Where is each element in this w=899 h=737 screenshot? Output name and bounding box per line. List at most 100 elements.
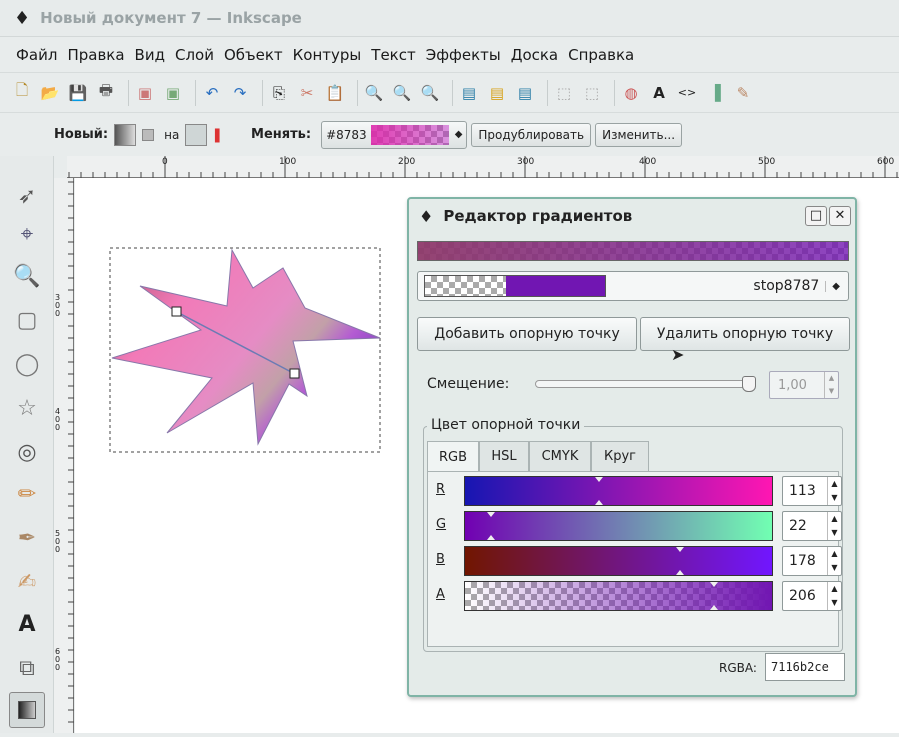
ruler-label: 500 xyxy=(758,157,776,167)
channel-a-spinbox[interactable]: 206 ▲ ▼ xyxy=(782,581,842,611)
zoom-tool-icon[interactable]: 🔍 xyxy=(9,258,45,294)
rectangle-tool-icon[interactable]: ▢ xyxy=(9,302,45,338)
connector-tool-icon[interactable]: ⧉ xyxy=(9,650,45,686)
pen-tool-icon[interactable]: ✒ xyxy=(9,520,45,556)
slider-marker xyxy=(595,500,603,505)
ellipse-tool-icon[interactable]: ◯ xyxy=(9,346,45,382)
channel-g-spinbox[interactable]: 22 ▲ ▼ xyxy=(782,511,842,541)
inkscape-logo-icon: ♦ xyxy=(419,206,434,226)
zoom-drawing-icon[interactable]: 🔍 xyxy=(392,83,412,103)
menu-object[interactable]: Объект xyxy=(224,46,283,64)
channel-r-slider[interactable] xyxy=(464,476,773,506)
dialog-titlebar[interactable]: ♦ Редактор градиентов xyxy=(409,199,855,233)
zoom-page-icon[interactable]: 🔍 xyxy=(420,83,440,103)
channel-b-slider[interactable] xyxy=(464,546,773,576)
stop-selector[interactable]: stop8787 ◆ xyxy=(417,271,849,301)
gradient-tool-icon[interactable] xyxy=(9,692,45,728)
channel-r-value: 113 xyxy=(789,483,816,499)
tab-cmyk[interactable]: CMYK xyxy=(529,441,591,471)
linear-gradient-button[interactable] xyxy=(114,123,137,146)
gradient-end-handle[interactable] xyxy=(289,368,300,379)
duplicate-gradient-button[interactable]: Продублировать xyxy=(471,122,592,147)
gradient-start-handle[interactable] xyxy=(171,306,182,317)
stop-name: stop8787 xyxy=(753,278,820,294)
unlink-clone-icon[interactable]: ▤ xyxy=(515,83,535,103)
import-icon[interactable]: ▣ xyxy=(135,83,155,103)
text-tool-icon[interactable]: A xyxy=(9,606,45,642)
radial-gradient-button[interactable] xyxy=(142,128,155,141)
rgba-label: RGBA: xyxy=(719,661,757,675)
spin-arrows-icon[interactable]: ▲ ▼ xyxy=(824,372,838,398)
channel-b-spinbox[interactable]: 178 ▲ ▼ xyxy=(782,546,842,576)
align-distribute-icon[interactable]: ▐ xyxy=(705,83,725,103)
group-icon[interactable]: ⬚ xyxy=(554,83,574,103)
menu-bar: Файл Правка Вид Слой Объект Контуры Текс… xyxy=(0,38,899,72)
menu-file[interactable]: Файл xyxy=(16,46,57,64)
offset-slider[interactable] xyxy=(535,376,756,392)
menu-view[interactable]: Вид xyxy=(135,46,165,64)
export-icon[interactable]: ▣ xyxy=(163,83,183,103)
ruler-label: 0 xyxy=(162,157,168,167)
menu-layer[interactable]: Слой xyxy=(175,46,214,64)
channel-a-value: 206 xyxy=(789,588,816,604)
apply-to-stroke-icon[interactable]: ❚ xyxy=(211,127,223,143)
cut-icon[interactable]: ✂ xyxy=(297,83,317,103)
menu-whiteboard[interactable]: Доска xyxy=(511,46,558,64)
print-icon[interactable]: 🖶 xyxy=(96,81,116,103)
tab-rgb[interactable]: RGB xyxy=(427,441,479,472)
slider-marker xyxy=(710,605,718,610)
save-icon[interactable]: 💾 xyxy=(68,83,88,103)
selector-tool-icon[interactable]: ➶ xyxy=(9,178,45,214)
rgba-input[interactable]: 7116b2ce xyxy=(765,653,845,681)
add-stop-button[interactable]: Добавить опорную точку xyxy=(417,317,637,351)
offset-slider-handle[interactable] xyxy=(742,376,756,392)
channel-g-label: G xyxy=(436,517,447,532)
star-tool-icon[interactable]: ☆ xyxy=(9,390,45,426)
toolbar-separator xyxy=(452,79,453,106)
close-icon[interactable]: ✕ xyxy=(829,206,851,226)
new-gradient-label: Новый: xyxy=(54,127,109,142)
calligraphy-tool-icon[interactable]: ✍ xyxy=(9,564,45,600)
menu-effects[interactable]: Эффекты xyxy=(426,46,501,64)
pencil-tool-icon[interactable]: ✏ xyxy=(9,476,45,512)
edit-gradient-button[interactable]: Изменить... xyxy=(595,122,683,147)
preferences-icon[interactable]: ✎ xyxy=(733,83,753,103)
node-tool-icon[interactable]: ⌖ xyxy=(9,216,45,252)
tab-hsl[interactable]: HSL xyxy=(479,441,529,471)
redo-icon[interactable]: ↷ xyxy=(230,83,250,103)
ungroup-icon[interactable]: ⬚ xyxy=(582,83,602,103)
duplicate-icon[interactable]: ▤ xyxy=(459,83,479,103)
spin-arrows-icon[interactable]: ▲ ▼ xyxy=(827,477,841,505)
menu-edit[interactable]: Правка xyxy=(67,46,124,64)
menu-text[interactable]: Текст xyxy=(371,46,415,64)
spin-arrows-icon[interactable]: ▲ ▼ xyxy=(827,582,841,610)
spin-arrows-icon[interactable]: ▲ ▼ xyxy=(827,512,841,540)
ruler-label: 400 xyxy=(55,407,61,432)
zoom-selection-icon[interactable]: 🔍 xyxy=(364,83,384,103)
tab-wheel[interactable]: Круг xyxy=(591,441,649,471)
fill-stroke-icon[interactable]: ◍ xyxy=(621,83,641,103)
clone-icon[interactable]: ▤ xyxy=(487,83,507,103)
open-icon[interactable]: 📂 xyxy=(40,83,60,103)
channel-r-spinbox[interactable]: 113 ▲ ▼ xyxy=(782,476,842,506)
ruler-label: 600 xyxy=(877,157,895,167)
offset-spinbox[interactable]: 1,00 ▲ ▼ xyxy=(769,371,839,399)
gradient-preview xyxy=(370,124,449,145)
xml-editor-icon[interactable]: <> xyxy=(677,83,697,103)
gradient-select[interactable]: #8783 ◆ xyxy=(321,120,468,149)
menu-path[interactable]: Контуры xyxy=(293,46,362,64)
channel-a-slider[interactable] xyxy=(464,581,773,611)
undo-icon[interactable]: ↶ xyxy=(202,83,222,103)
copy-icon[interactable]: ⎘ xyxy=(269,83,289,103)
star-shape[interactable] xyxy=(111,248,381,446)
menu-help[interactable]: Справка xyxy=(568,46,634,64)
maximize-icon[interactable]: □ xyxy=(805,206,827,226)
text-font-icon[interactable]: A xyxy=(649,83,669,103)
spin-arrows-icon[interactable]: ▲ ▼ xyxy=(827,547,841,575)
paste-icon[interactable]: 📋 xyxy=(325,83,345,103)
new-document-icon[interactable]: 🗋 xyxy=(12,81,32,103)
spiral-tool-icon[interactable]: ◎ xyxy=(9,434,45,470)
channel-g-slider[interactable] xyxy=(464,511,773,541)
apply-to-fill-button[interactable] xyxy=(185,123,208,146)
color-mode-tabs: RGB HSL CMYK Круг xyxy=(427,441,839,472)
